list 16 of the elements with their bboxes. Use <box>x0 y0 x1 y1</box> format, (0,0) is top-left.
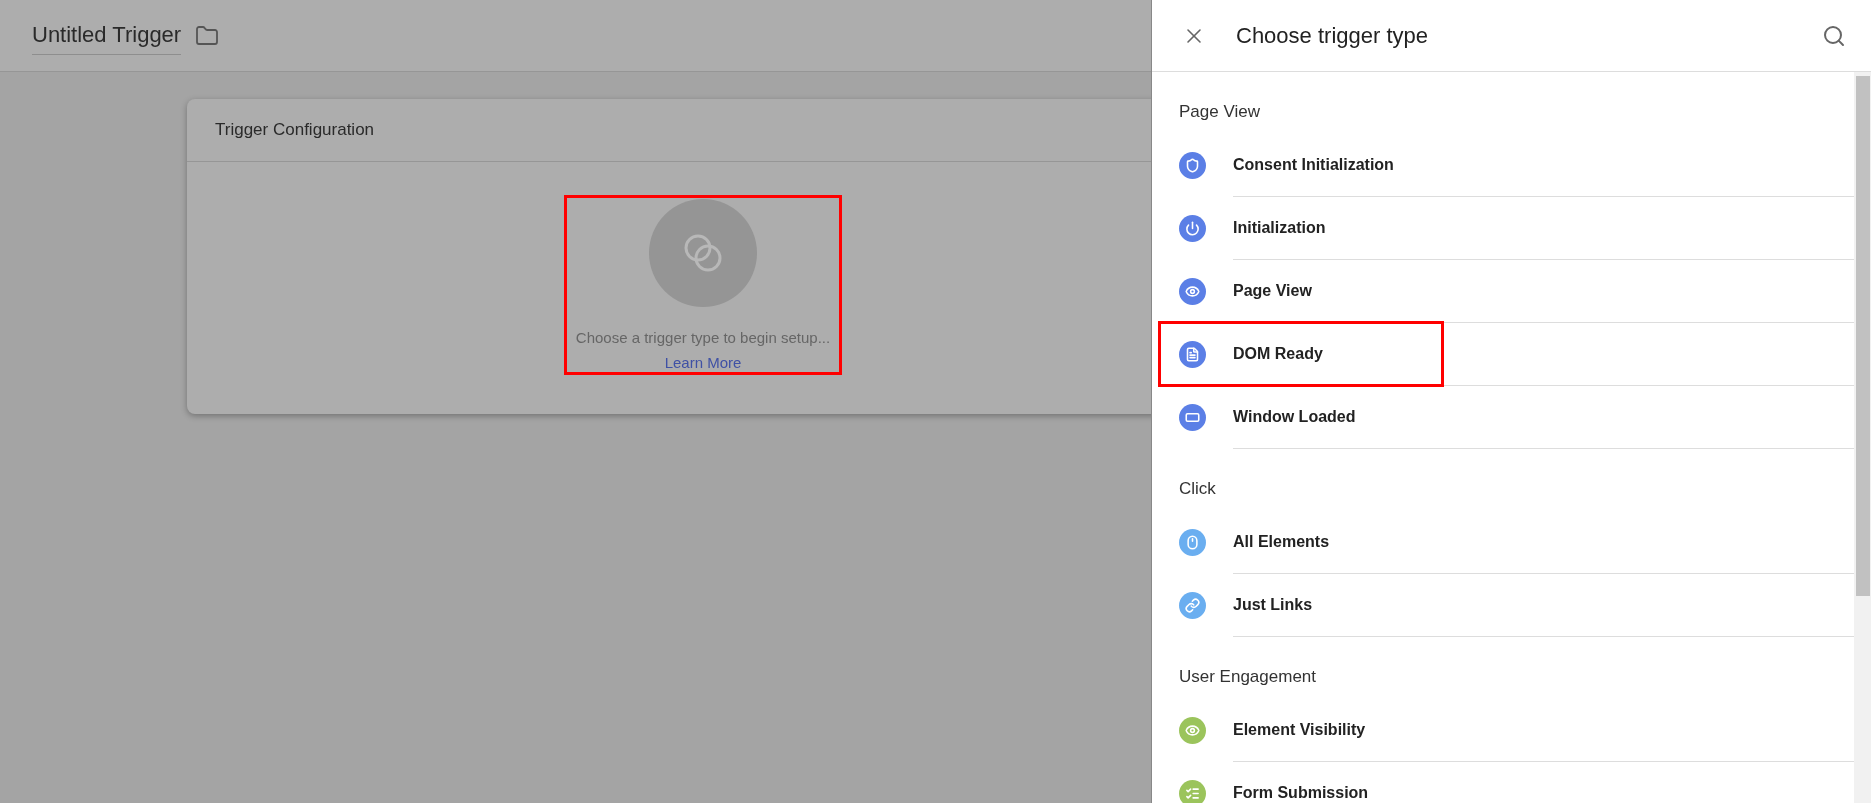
trigger-type-item[interactable]: Initialization <box>1233 197 1854 260</box>
trigger-type-item[interactable]: Consent Initialization <box>1233 134 1854 197</box>
trigger-type-item[interactable]: Window Loaded <box>1233 386 1854 449</box>
trigger-name-field[interactable]: Untitled Trigger <box>32 22 182 55</box>
section-heading: User Engagement <box>1179 666 1318 688</box>
panel-title: Choose trigger type <box>1236 22 1429 49</box>
empty-state-message: Choose a trigger type to begin setup... <box>575 329 831 346</box>
folder-icon[interactable] <box>195 23 220 48</box>
scrollbar[interactable] <box>1854 72 1871 803</box>
card-title: Trigger Configuration <box>215 120 375 140</box>
search-icon <box>1822 23 1846 48</box>
section-heading: Page View <box>1179 101 1261 123</box>
trigger-type-item[interactable]: Element Visibility <box>1233 699 1854 762</box>
trigger-type-item[interactable]: All Elements <box>1233 511 1854 574</box>
section-heading: Click <box>1179 478 1217 500</box>
trigger-type-item[interactable]: Just Links <box>1233 574 1854 637</box>
